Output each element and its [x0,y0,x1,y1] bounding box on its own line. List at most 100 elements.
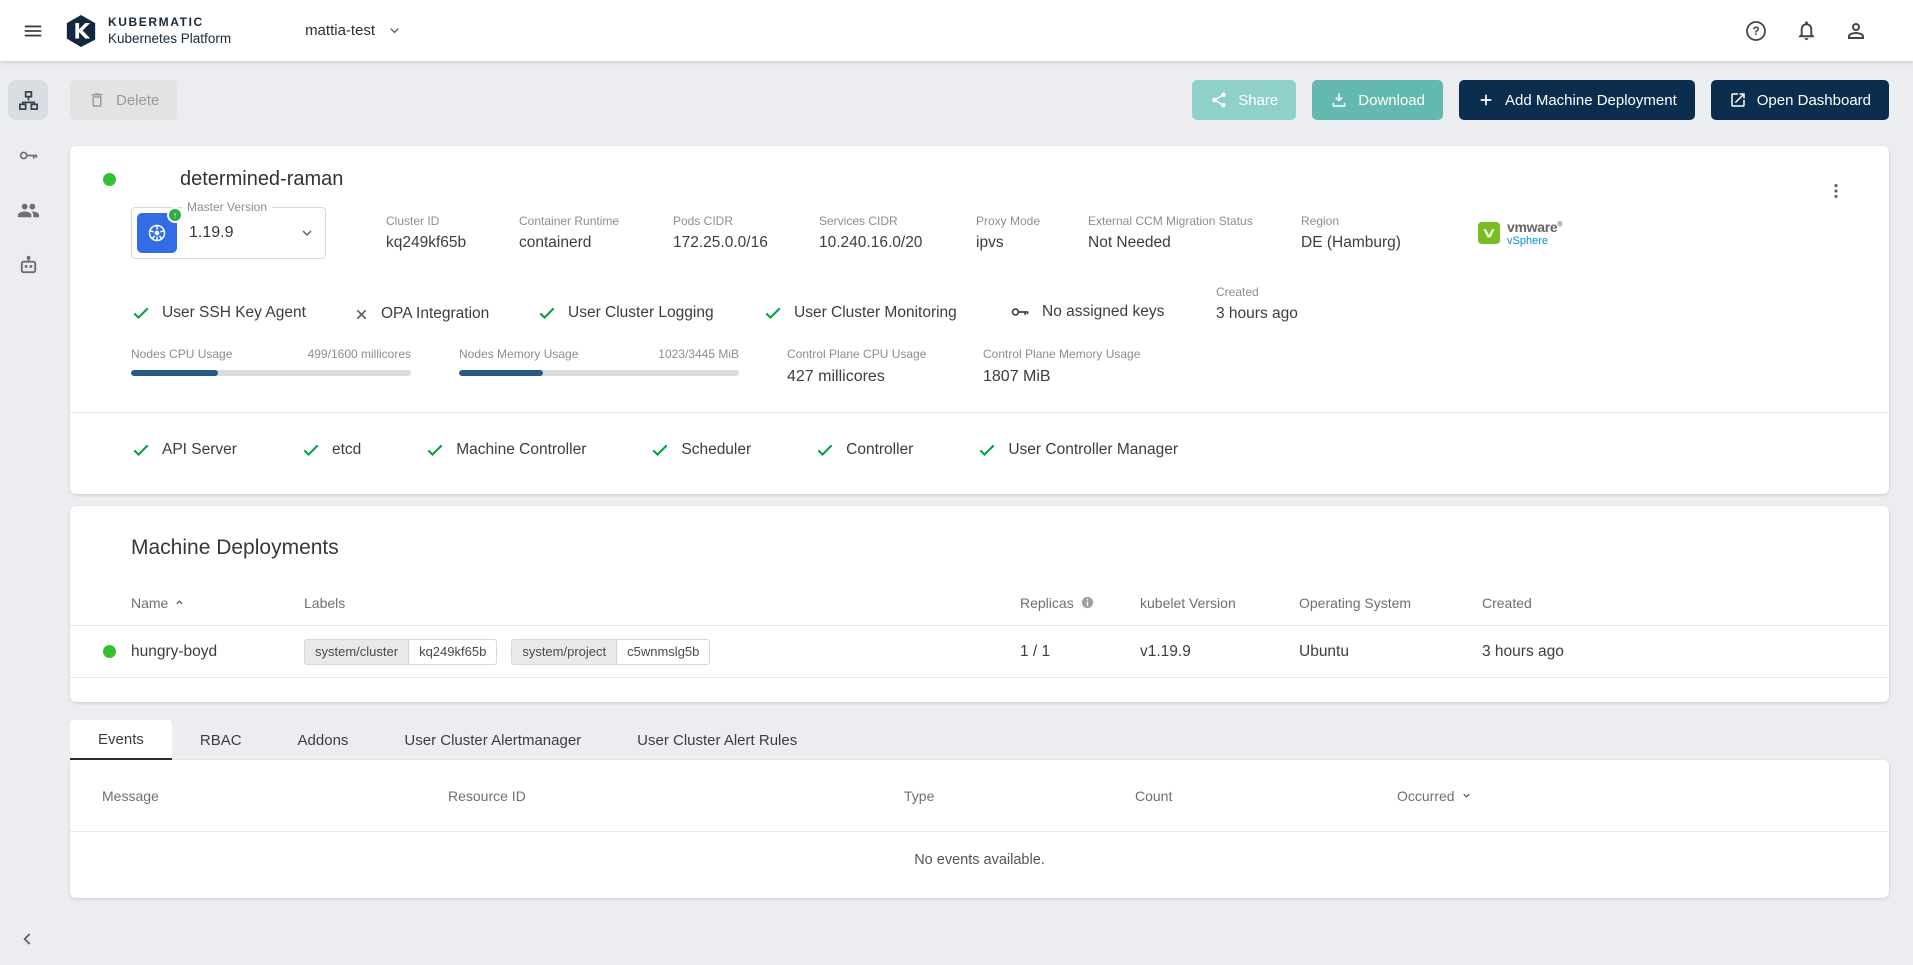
info-label: Proxy Mode [976,214,1088,228]
vsphere-logo [1478,222,1500,244]
column-header-message: Message [102,788,448,804]
add-icon [1477,91,1495,109]
info-region: Region DE (Hamburg) [1301,214,1478,252]
open-dashboard-icon [1729,91,1747,109]
tab-addons[interactable]: Addons [270,720,377,760]
health-user-controller-manager: User Controller Manager [977,440,1178,460]
ssh-keys-label: No assigned keys [1042,303,1164,321]
master-version-label: Master Version [182,200,272,214]
add-machine-deployment-button[interactable]: Add Machine Deployment [1459,80,1695,120]
control-plane-memory-usage: Control Plane Memory Usage 1807 MiB [983,347,1140,386]
project-selector[interactable]: mattia-test [305,22,402,39]
md-replicas: 1 / 1 [1020,643,1140,661]
metric-value: 1023/3445 MiB [658,347,739,361]
health-label: Scheduler [681,441,751,459]
cluster-metrics-row: Nodes CPU Usage 499/1600 millicores Node… [70,323,1889,386]
tab-user-cluster-alertmanager[interactable]: User Cluster Alertmanager [376,720,609,760]
md-kubelet-version: v1.19.9 [1140,643,1299,661]
notifications-icon[interactable] [1793,18,1819,44]
events-empty-message: No events available. [70,832,1889,898]
open-dashboard-button[interactable]: Open Dashboard [1711,80,1889,120]
info-cluster-id: Cluster ID kq249kf65b [386,214,519,252]
delete-icon [88,91,106,109]
column-header-created: Created [1482,595,1861,611]
label-chip: system/cluster kq249kf65b [304,639,497,665]
machine-deployment-row[interactable]: hungry-boyd system/cluster kq249kf65b sy… [70,626,1889,678]
kubernetes-icon: ↑ [137,213,177,253]
tab-user-cluster-alert-rules[interactable]: User Cluster Alert Rules [609,720,825,760]
update-available-icon: ↑ [167,207,183,223]
health-label: API Server [162,441,237,459]
sidebar-item-service-accounts[interactable] [8,245,48,285]
metric-value: 499/1600 millicores [308,347,411,361]
column-header-occurred[interactable]: Occurred [1397,788,1857,804]
sidebar-collapse-button[interactable] [14,925,42,953]
column-header-resource-id: Resource ID [448,788,904,804]
delete-button[interactable]: Delete [70,80,177,120]
cluster-card: determined-raman Master Version ↑ 1.19.9… [70,146,1889,494]
nodes-memory-usage: Nodes Memory Usage 1023/3445 MiB [459,347,739,386]
info-value: 10.240.16.0/20 [819,234,976,252]
kebab-menu-icon [1826,181,1846,201]
user-icon[interactable] [1843,18,1869,44]
health-machine-controller: Machine Controller [425,440,586,460]
chevron-down-icon [387,23,402,38]
health-label: Machine Controller [456,441,586,459]
control-plane-cpu-usage: Control Plane CPU Usage 427 millicores [787,347,935,386]
feature-label: User SSH Key Agent [162,304,306,322]
ssh-keys-status[interactable]: No assigned keys [1009,301,1216,323]
feature-ssh-key-agent: User SSH Key Agent [131,303,353,323]
info-container-runtime: Container Runtime containerd [519,214,673,252]
sidebar-item-members[interactable] [8,190,48,230]
info-value: kq249kf65b [386,234,519,252]
metric-label: Nodes CPU Usage [131,347,232,361]
feature-label: User Cluster Monitoring [794,304,957,322]
main-content: Delete Share Download Add Machine Deploy… [56,61,1913,965]
help-icon[interactable]: ? [1743,18,1769,44]
info-services-cidr: Services CIDR 10.240.16.0/20 [819,214,976,252]
download-button[interactable]: Download [1312,80,1443,120]
tab-rbac[interactable]: RBAC [172,720,270,760]
metric-label: Control Plane Memory Usage [983,347,1140,361]
control-plane-health-row: API Server etcd Machine Controller Sched… [70,413,1889,494]
members-icon [17,199,40,222]
service-accounts-icon [17,254,40,277]
share-button[interactable]: Share [1192,80,1296,120]
master-version-select[interactable]: Master Version ↑ 1.19.9 [131,207,326,259]
sidebar-item-clusters[interactable] [8,80,48,120]
brand-name: KUBERMATIC [108,15,231,29]
hamburger-menu-icon[interactable] [20,18,46,44]
feature-user-cluster-monitoring: User Cluster Monitoring [763,303,1009,323]
check-icon [425,440,445,460]
info-icon[interactable] [1080,595,1095,610]
health-label: Controller [846,441,913,459]
tab-events[interactable]: Events [70,720,172,760]
brand-subtitle: Kubernetes Platform [108,31,231,46]
download-button-label: Download [1358,92,1425,109]
column-header-kubelet-version: kubelet Version [1140,595,1299,611]
delete-button-label: Delete [116,92,159,109]
provider-logo: vmware® vSphere [1478,220,1562,247]
add-machine-deployment-label: Add Machine Deployment [1505,92,1677,109]
machine-deployments-card: Machine Deployments Name Labels Replicas… [70,506,1889,702]
info-label: Services CIDR [819,214,976,228]
brand[interactable]: KUBERMATIC Kubernetes Platform [64,14,231,48]
column-header-name[interactable]: Name [131,595,304,611]
cluster-status-dot [103,173,116,186]
project-name: mattia-test [305,22,375,39]
md-operating-system: Ubuntu [1299,643,1482,661]
column-header-operating-system: Operating System [1299,595,1482,611]
check-icon [815,440,835,460]
cluster-actions-menu-button[interactable] [1817,172,1855,210]
cluster-name-row: determined-raman [70,146,1889,191]
events-panel: Message Resource ID Type Count Occurred … [70,760,1889,898]
info-value: containerd [519,234,673,252]
cluster-info-row: Master Version ↑ 1.19.9 Cluster ID kq249… [70,191,1889,259]
cluster-name: determined-raman [180,168,343,191]
svg-text:?: ? [1752,24,1759,38]
check-icon [537,303,557,323]
sidebar-item-ssh-keys[interactable] [8,135,48,175]
created-value: 3 hours ago [1216,305,1298,323]
health-scheduler: Scheduler [650,440,751,460]
cluster-features-row: User SSH Key Agent OPA Integration User … [70,259,1889,323]
